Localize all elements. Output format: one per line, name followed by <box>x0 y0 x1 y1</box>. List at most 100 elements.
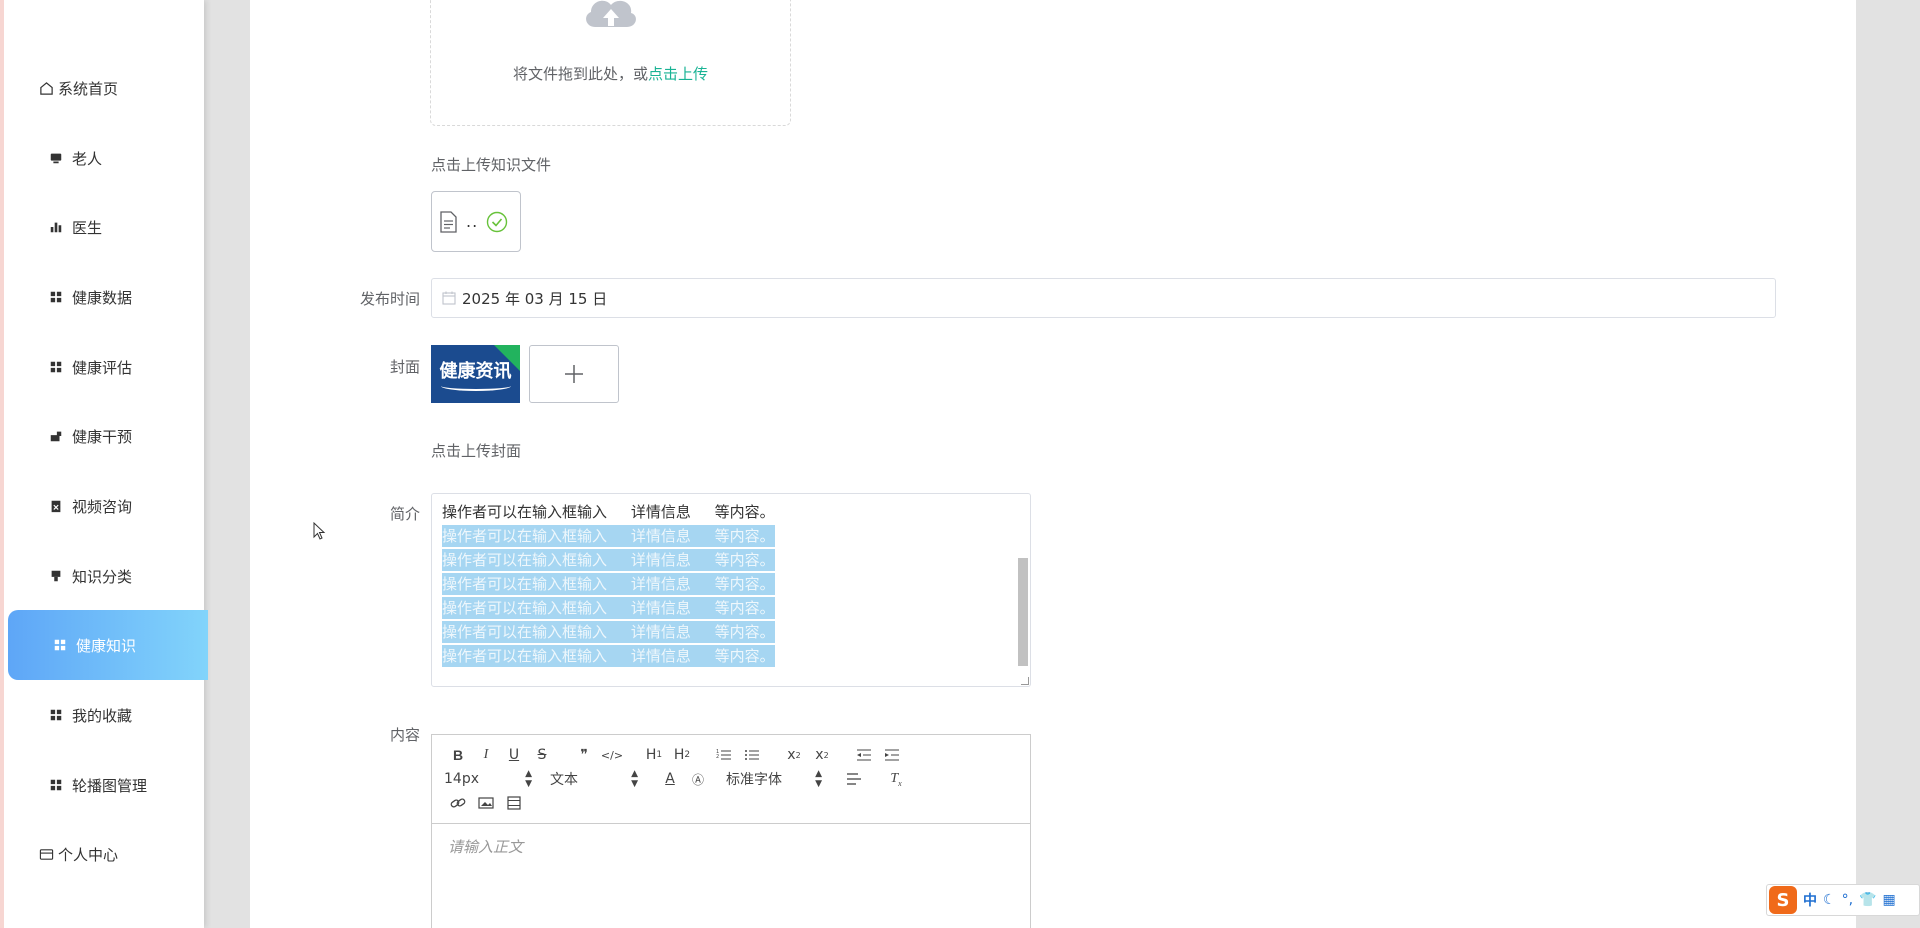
upload-text: 将文件拖到此处，或 <box>512 65 648 83</box>
font-size-select[interactable]: 14px ▲ ▼ <box>444 768 532 790</box>
ime-toolbar[interactable]: S 中 ☾ °, 👕 ▦ <box>1766 884 1920 916</box>
image-icon <box>478 797 494 809</box>
bullet-list-button[interactable] <box>738 744 766 766</box>
video-icon <box>507 796 521 810</box>
shirt-icon[interactable]: 👕 <box>1859 892 1876 908</box>
click-upload-link[interactable]: 点击上传 <box>648 65 708 83</box>
select-arrows-icon: ▲ ▼ <box>631 769 638 789</box>
svg-text:2: 2 <box>716 754 719 760</box>
publish-time-input[interactable]: 2025 年 03 月 15 日 <box>431 278 1776 318</box>
upload-cloud-icon <box>586 0 636 27</box>
cover-tip: 点击上传封面 <box>431 442 522 460</box>
background-color-button[interactable]: Ⓐ <box>684 768 712 790</box>
intro-line-selected: 操作者可以在输入框输入 详情信息 等内容。 <box>442 621 775 643</box>
rich-text-editor: B I U S ❞ </> H1 H2 12 x2 x2 14px ▲ ▼ 文本… <box>431 734 1031 928</box>
upload-file-tip: 点击上传知识文件 <box>431 156 552 174</box>
sidebar-item-label: 健康数据 <box>72 288 133 307</box>
code-block-button[interactable]: </> <box>598 744 626 766</box>
page-scrollbar-track[interactable] <box>1856 0 1920 928</box>
header2-button[interactable]: H2 <box>668 744 696 766</box>
cover-swoosh <box>441 381 511 391</box>
sidebar-item-elderly[interactable]: 老人 <box>4 123 208 193</box>
grid-icon <box>48 707 64 723</box>
sidebar-item-label: 系统首页 <box>58 79 119 98</box>
sidebar-item-label: 我的收藏 <box>72 706 133 725</box>
align-button[interactable] <box>840 768 868 790</box>
sidebar-item-health-knowledge[interactable]: 健康知识 <box>8 610 208 680</box>
header1-button[interactable]: H1 <box>640 744 668 766</box>
cover-image-title: 健康资讯 <box>439 361 512 382</box>
punctuation-icon[interactable]: °, <box>1842 892 1853 908</box>
mouse-cursor-icon <box>313 522 326 540</box>
intro-line-selected: 操作者可以在输入框输入 详情信息 等内容。 <box>442 645 775 667</box>
sidebar-item-label: 知识分类 <box>72 567 133 586</box>
image-button[interactable] <box>472 792 500 814</box>
select-arrows-icon: ▲ ▼ <box>525 769 532 789</box>
add-cover-button[interactable] <box>529 345 619 403</box>
intro-line: 操作者可以在输入框输入 详情信息 等内容。 <box>442 503 775 521</box>
sidebar-item-label: 健康评估 <box>72 358 133 377</box>
moon-icon[interactable]: ☾ <box>1823 892 1836 908</box>
cover-image[interactable]: 健康资讯 <box>431 345 520 403</box>
sidebar-item-label: 轮播图管理 <box>72 776 148 795</box>
sidebar-item-health-assessment[interactable]: 健康评估 <box>4 332 208 402</box>
ordered-list-button[interactable]: 12 <box>710 744 738 766</box>
font-color-button[interactable]: A <box>656 768 684 790</box>
sidebar-item-knowledge-category[interactable]: 知识分类 <box>4 541 208 611</box>
sidebar-item-label: 健康干预 <box>72 427 133 446</box>
link-button[interactable] <box>444 792 472 814</box>
clear-format-button[interactable]: Tx <box>882 768 910 790</box>
sidebar-item-label: 老人 <box>72 149 103 168</box>
success-check-icon <box>486 211 508 232</box>
bold-button[interactable]: B <box>444 744 472 766</box>
ime-mode[interactable]: 中 <box>1803 890 1817 910</box>
subscript-button[interactable]: x2 <box>780 744 808 766</box>
outdent-button[interactable] <box>850 744 878 766</box>
sidebar-item-my-favorites[interactable]: 我的收藏 <box>4 680 208 750</box>
blockquote-button[interactable]: ❞ <box>570 744 598 766</box>
sidebar-item-label: 健康知识 <box>76 636 137 655</box>
calendar-icon <box>442 291 456 305</box>
font-family-select[interactable]: 标准字体 ▲ ▼ <box>726 768 822 790</box>
intro-label: 简介 <box>389 505 420 523</box>
ime-logo: S <box>1769 886 1797 914</box>
superscript-button[interactable]: x2 <box>808 744 836 766</box>
grid-icon <box>48 359 64 375</box>
calendar-x-icon <box>48 498 64 514</box>
intro-line-selected: 操作者可以在输入框输入 详情信息 等内容。 <box>442 525 775 547</box>
indent-button[interactable] <box>878 744 906 766</box>
sidebar-item-doctor[interactable]: 医生 <box>4 192 208 262</box>
sidebar-item-profile[interactable]: 个人中心 <box>4 819 208 889</box>
header-select[interactable]: 文本 ▲ ▼ <box>550 768 638 790</box>
uploaded-file-card[interactable]: .. <box>431 191 521 252</box>
sidebar: 系统首页 老人 医生 健康数据 健康评估 健康干预 视频咨询 知识分类 健康知识… <box>0 0 208 928</box>
textarea-resize-handle[interactable] <box>1021 677 1029 685</box>
intro-textarea[interactable]: 操作者可以在输入框输入 详情信息 等内容。 操作者可以在输入框输入 详情信息 等… <box>431 493 1031 687</box>
sidebar-item-health-data[interactable]: 健康数据 <box>4 262 208 332</box>
italic-button[interactable]: I <box>472 744 500 766</box>
strike-button[interactable]: S <box>528 744 556 766</box>
align-left-icon <box>847 773 861 785</box>
content-label: 内容 <box>389 726 420 744</box>
sidebar-item-health-intervention[interactable]: 健康干预 <box>4 401 208 471</box>
sidebar-item-home[interactable]: 系统首页 <box>4 53 208 123</box>
home-icon <box>38 80 54 96</box>
apps-grid-icon[interactable]: ▦ <box>1882 892 1895 908</box>
font-family-value: 标准字体 <box>726 772 782 788</box>
editor-content-area[interactable]: 请输入正文 <box>432 824 1030 869</box>
sidebar-item-video-consult[interactable]: 视频咨询 <box>4 471 208 541</box>
grid-icon <box>48 289 64 305</box>
underline-button[interactable]: U <box>500 744 528 766</box>
font-size-value: 14px <box>444 771 479 787</box>
plus-icon <box>565 365 583 383</box>
sidebar-item-label: 视频咨询 <box>72 497 133 516</box>
select-arrows-icon: ▲ ▼ <box>815 769 822 789</box>
file-upload-dropzone[interactable]: 将文件拖到此处，或点击上传 <box>430 0 791 126</box>
sidebar-item-carousel-management[interactable]: 轮播图管理 <box>4 750 208 820</box>
monitor-icon <box>48 150 64 166</box>
publish-time-value: 2025 年 03 月 15 日 <box>462 289 608 308</box>
textarea-scrollbar[interactable] <box>1018 558 1028 666</box>
video-button[interactable] <box>500 792 528 814</box>
sidebar-item-label: 医生 <box>72 218 103 237</box>
upload-instruction: 将文件拖到此处，或点击上传 <box>431 63 790 84</box>
